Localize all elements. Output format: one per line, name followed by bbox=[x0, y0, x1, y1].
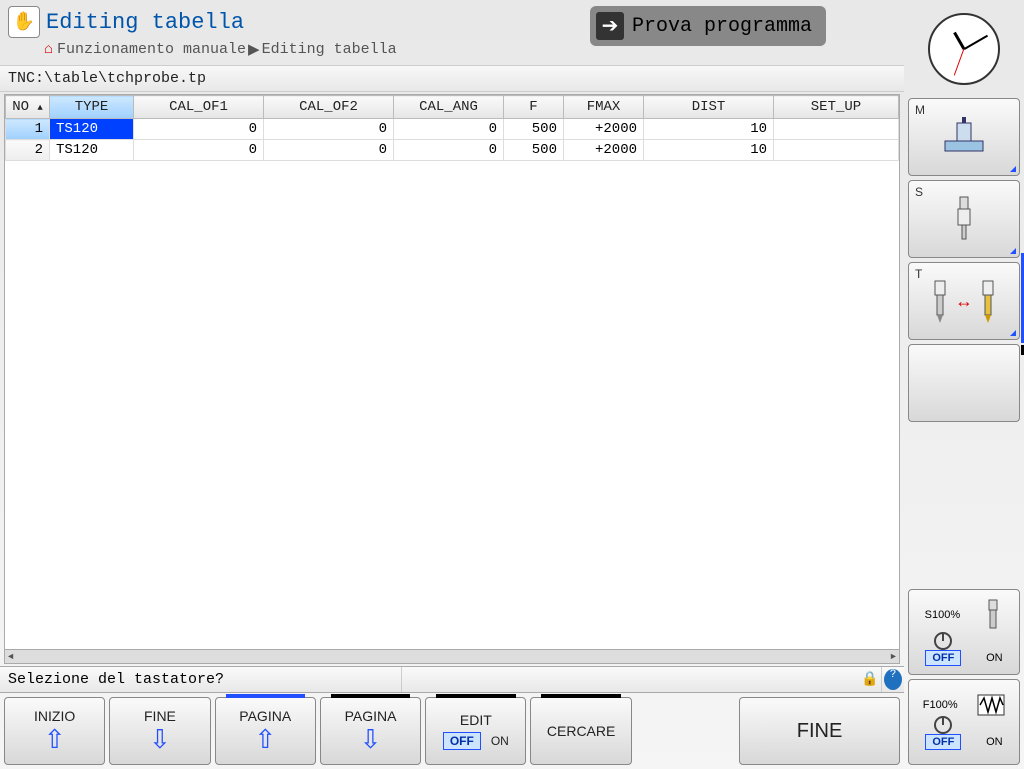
col-calof1[interactable]: CAL_OF1 bbox=[134, 96, 264, 119]
spindle-icon bbox=[952, 195, 976, 243]
mode-icon-manual[interactable] bbox=[8, 6, 40, 38]
col-calang[interactable]: CAL_ANG bbox=[394, 96, 504, 119]
tool-change-icon: ↔ bbox=[929, 277, 999, 325]
horizontal-scrollbar[interactable] bbox=[5, 649, 899, 663]
arrow-down-icon: ⇩ bbox=[360, 724, 382, 755]
softkey-inizio[interactable]: INIZIO ⇧ bbox=[4, 697, 105, 765]
col-dist[interactable]: DIST bbox=[644, 96, 774, 119]
override-f-on[interactable]: ON bbox=[986, 736, 1003, 748]
secondary-mode-badge[interactable]: ➔ Prova programma bbox=[590, 6, 826, 46]
chevron-right-icon: ▶ bbox=[248, 40, 260, 59]
file-path: TNC:\table\tchprobe.tp bbox=[0, 65, 904, 92]
arrow-down-icon: ⇩ bbox=[149, 724, 171, 755]
breadcrumb-item-2[interactable]: Editing tabella bbox=[262, 41, 397, 58]
side-button-empty[interactable] bbox=[908, 344, 1020, 422]
col-setup[interactable]: SET_UP bbox=[774, 96, 899, 119]
override-spindle[interactable]: S100% OFF ON bbox=[908, 589, 1020, 675]
side-button-t[interactable]: T ↔ bbox=[908, 262, 1020, 340]
col-no[interactable]: NO ▲ bbox=[6, 96, 50, 119]
knob-icon bbox=[934, 716, 952, 734]
softkey-pagina-up[interactable]: PAGINA ⇧ bbox=[215, 697, 316, 765]
help-icon[interactable]: ? bbox=[884, 669, 902, 690]
home-icon[interactable]: ⌂ bbox=[44, 41, 53, 58]
prompt-input-area[interactable]: 🔒 bbox=[402, 667, 882, 692]
col-fmax[interactable]: FMAX bbox=[564, 96, 644, 119]
col-calof2[interactable]: CAL_OF2 bbox=[264, 96, 394, 119]
knob-icon bbox=[934, 632, 952, 650]
lock-icon: 🔒 bbox=[861, 671, 877, 688]
page-title: Editing tabella bbox=[46, 10, 244, 35]
data-table[interactable]: NO ▲ TYPE CAL_OF1 CAL_OF2 CAL_ANG F FMAX… bbox=[4, 94, 900, 664]
softkey-empty bbox=[636, 697, 735, 765]
override-s-off[interactable]: OFF bbox=[925, 650, 961, 666]
override-feed[interactable]: F100% OFF ON bbox=[908, 679, 1020, 765]
feed-wave-icon bbox=[977, 694, 1005, 716]
softkey-edit-toggle[interactable]: EDIT OFF ON bbox=[425, 697, 526, 765]
side-button-s[interactable]: S bbox=[908, 180, 1020, 258]
clock-widget bbox=[908, 4, 1020, 94]
breadcrumb-item-1[interactable]: Funzionamento manuale bbox=[57, 41, 246, 58]
prompt-text: Selezione del tastatore? bbox=[0, 667, 402, 692]
table-row[interactable]: 2 TS120 0 0 0 500 +2000 10 bbox=[6, 140, 899, 161]
analog-clock-icon bbox=[928, 13, 1000, 85]
machine-icon bbox=[939, 117, 989, 157]
col-f[interactable]: F bbox=[504, 96, 564, 119]
spindle-small-icon bbox=[983, 598, 1003, 632]
col-type[interactable]: TYPE bbox=[50, 96, 134, 119]
softkey-pagina-down[interactable]: PAGINA ⇩ bbox=[320, 697, 421, 765]
softkey-cercare[interactable]: CERCARE bbox=[530, 697, 631, 765]
softkey-fine[interactable]: FINE ⇩ bbox=[109, 697, 210, 765]
arrow-up-icon: ⇧ bbox=[44, 724, 66, 755]
secondary-mode-label: Prova programma bbox=[632, 15, 812, 38]
softkey-fine-end[interactable]: FINE bbox=[739, 697, 900, 765]
override-f-off[interactable]: OFF bbox=[925, 734, 961, 750]
side-button-m[interactable]: M bbox=[908, 98, 1020, 176]
table-row[interactable]: 1 TS120 0 0 0 500 +2000 10 bbox=[6, 119, 899, 140]
arrow-up-icon: ⇧ bbox=[254, 724, 276, 755]
arrow-right-box-icon: ➔ bbox=[596, 12, 624, 40]
toggle-off[interactable]: OFF bbox=[443, 732, 481, 750]
override-s-on[interactable]: ON bbox=[986, 652, 1003, 664]
toggle-on[interactable]: ON bbox=[491, 734, 509, 748]
